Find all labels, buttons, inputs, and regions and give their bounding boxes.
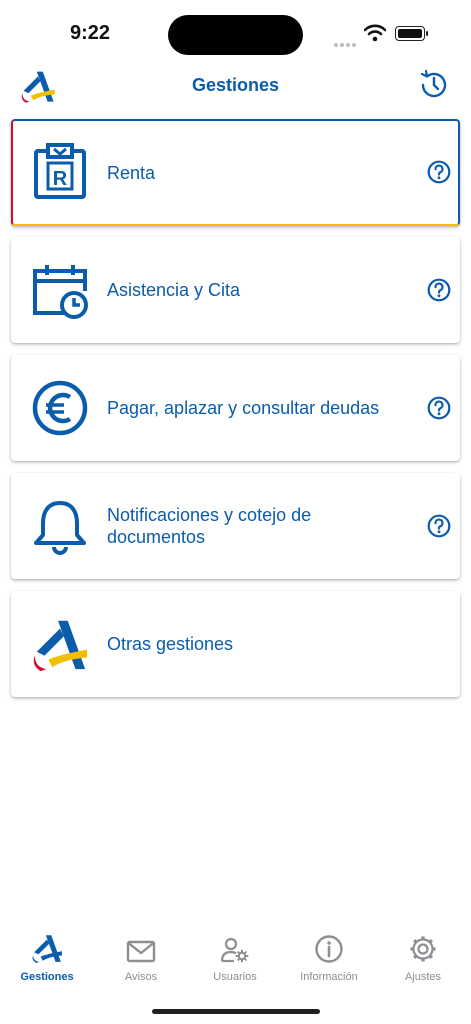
euro-icon (32, 380, 88, 436)
aeat-logo-icon (33, 620, 88, 672)
tab-label: Gestiones (20, 971, 74, 983)
tab-usuarios[interactable]: Usuarios (195, 930, 275, 983)
card-otras[interactable]: Otras gestiones (11, 591, 460, 697)
cellular-signal-icon (334, 34, 358, 52)
card-label-notificaciones: Notificaciones y cotejo de documentos (107, 505, 312, 547)
help-question-icon[interactable] (427, 160, 451, 184)
tab-avisos[interactable]: Avisos (101, 930, 181, 983)
battery-icon (395, 26, 428, 41)
tab-label: Ajustes (404, 971, 442, 983)
card-pagar[interactable]: Pagar, aplazar y consultar deudas (11, 355, 460, 461)
renta-clipboard-icon: R (34, 143, 86, 199)
tab-ajustes[interactable]: Ajustes (383, 930, 463, 983)
card-label-otras: Otras gestiones (107, 634, 234, 654)
tab-label: Usuarios (213, 971, 257, 983)
tab-label: Información (300, 971, 358, 983)
page-title: Gestiones (191, 75, 280, 95)
tab-informacion[interactable]: Información (289, 930, 369, 983)
home-indicator[interactable] (152, 1009, 320, 1014)
status-bar: 9:22 (0, 0, 471, 64)
help-question-icon[interactable] (427, 278, 451, 302)
navigation-bar: Gestiones (0, 64, 471, 108)
user-gear-icon (220, 937, 249, 963)
dynamic-island (168, 15, 303, 55)
card-label-asistencia: Asistencia y Cita (107, 280, 241, 300)
bell-icon (34, 501, 86, 555)
gear-icon (410, 936, 436, 962)
tab-bar: Gestiones Avisos Usuarios Información Aj… (0, 930, 471, 1000)
aeat-logo-icon (32, 935, 62, 963)
wifi-icon (364, 24, 386, 42)
envelope-icon (126, 940, 156, 963)
gestiones-list: R Renta Asistencia y Cita Pagar, aplazar… (11, 119, 460, 709)
calendar-clock-icon (33, 265, 88, 319)
help-question-icon[interactable] (427, 396, 451, 420)
card-asistencia[interactable]: Asistencia y Cita (11, 237, 460, 343)
card-renta[interactable]: R Renta (11, 119, 460, 226)
card-notificaciones[interactable]: Notificaciones y cotejo de documentos (11, 473, 460, 579)
card-label-pagar: Pagar, aplazar y consultar deudas (107, 398, 380, 418)
help-question-icon[interactable] (427, 514, 451, 538)
svg-text:R: R (53, 168, 68, 190)
tab-gestiones[interactable]: Gestiones (7, 930, 87, 983)
history-clock-icon[interactable] (417, 68, 451, 102)
status-time: 9:22 (70, 22, 111, 44)
info-icon (315, 935, 343, 963)
tab-label: Avisos (124, 971, 158, 983)
card-label-renta: Renta (107, 162, 156, 183)
